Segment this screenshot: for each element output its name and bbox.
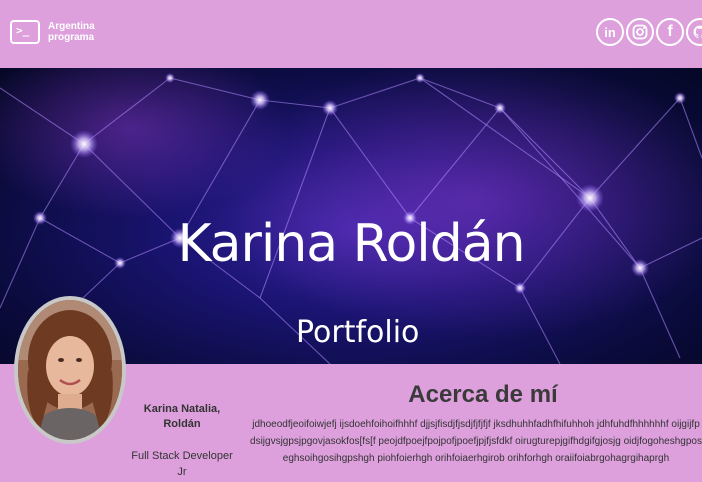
portrait-image: [18, 300, 122, 440]
profile-role: Full Stack Developer Jr: [131, 450, 233, 478]
top-navbar: >_ Argentina programa in f: [0, 0, 702, 68]
brand-logo-link[interactable]: >_ Argentina programa: [10, 20, 95, 44]
about-description: jdhoeodfjeoifoiwjefj ijsdoehfoihoifhhhf …: [250, 419, 702, 464]
instagram-icon[interactable]: [626, 18, 654, 46]
hero-subtitle: Portfolio: [296, 315, 420, 350]
terminal-icon: >_: [10, 20, 40, 44]
brand-line-1: Argentina: [48, 21, 95, 32]
social-links: in f: [596, 18, 702, 46]
brand-name: Argentina programa: [48, 21, 95, 43]
profile-photo: [14, 296, 126, 444]
brand-line-2: programa: [48, 32, 95, 43]
github-icon[interactable]: [686, 18, 702, 46]
linkedin-icon[interactable]: in: [596, 18, 624, 46]
facebook-icon[interactable]: f: [656, 18, 684, 46]
hero-title: Karina Roldán: [177, 214, 525, 274]
about-heading: Acerca de mí: [408, 381, 558, 408]
profile-name: Karina Natalia, Roldán: [143, 403, 221, 430]
